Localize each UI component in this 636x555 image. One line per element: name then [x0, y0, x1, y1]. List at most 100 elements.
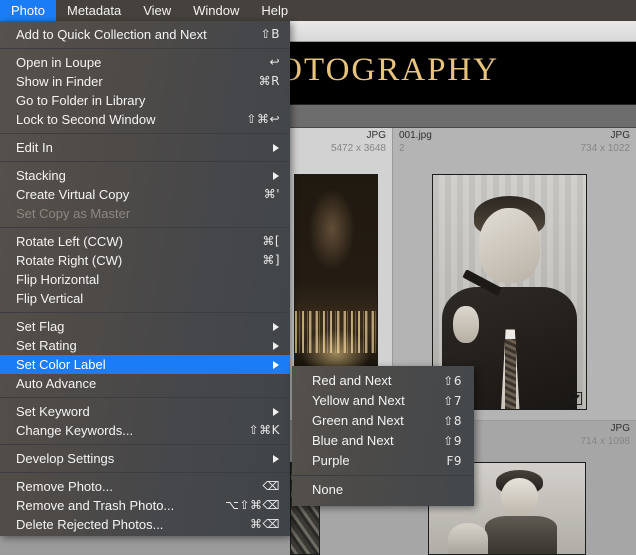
menu-item-label: Lock to Second Window — [16, 112, 156, 127]
photo-detail — [478, 207, 541, 283]
photo-detail — [452, 306, 479, 344]
menu-item-lock-to-second-window[interactable]: Lock to Second Window ⇧⌘↩ — [0, 110, 290, 129]
menu-item-label: Create Virtual Copy — [16, 187, 130, 202]
cell-format: JPG — [366, 130, 386, 141]
thumbnail-image[interactable] — [294, 174, 378, 370]
menu-item-label: Flip Vertical — [16, 291, 84, 306]
menu-item-yellow-and-next[interactable]: Yellow and Next ⇧7 — [292, 391, 474, 411]
menu-item-label: Blue and Next — [312, 433, 394, 448]
menubar-item-photo[interactable]: Photo — [0, 0, 56, 21]
menu-item-remove-and-trash-photo[interactable]: Remove and Trash Photo... ⌥⇧⌘⌫ — [0, 496, 290, 515]
menu-item-label: Set Flag — [16, 319, 65, 334]
identity-plate[interactable]: PHOTOGRAPHY — [290, 42, 636, 104]
menu-item-shortcut: ⌘⌫ — [250, 517, 280, 531]
menu-item-label: Open in Loupe — [16, 55, 102, 70]
menu-item-shortcut: ⌘[ — [262, 234, 280, 248]
menu-item-set-copy-as-master: Set Copy as Master — [0, 204, 290, 223]
cell-dimensions: 5472 x 3648 — [330, 143, 386, 154]
menu-item-set-keyword[interactable]: Set Keyword — [0, 402, 290, 421]
menu-item-shortcut: F9 — [446, 454, 462, 468]
menubar-item-metadata[interactable]: Metadata — [56, 0, 132, 21]
menu-separator — [0, 444, 290, 445]
menubar-item-view[interactable]: View — [132, 0, 182, 21]
menu-item-label: Red and Next — [312, 373, 392, 388]
menu-separator — [0, 48, 290, 49]
menu-item-delete-rejected-photos[interactable]: Delete Rejected Photos... ⌘⌫ — [0, 515, 290, 534]
menu-item-shortcut: ⇧7 — [443, 394, 462, 408]
menu-item-none[interactable]: None — [292, 480, 474, 500]
cell-filename: 001.jpg — [399, 130, 432, 141]
develop-badge-icon[interactable] — [569, 392, 582, 405]
menu-item-stacking[interactable]: Stacking — [0, 166, 290, 185]
menu-item-label: Remove and Trash Photo... — [16, 498, 175, 513]
menu-item-red-and-next[interactable]: Red and Next ⇧6 — [292, 371, 474, 391]
menu-separator — [292, 475, 474, 476]
menu-item-rotate-right-cw[interactable]: Rotate Right (CW) ⌘] — [0, 251, 290, 270]
menu-item-label: Remove Photo... — [16, 479, 113, 494]
photo-night-cityscape — [295, 175, 377, 369]
submenu-arrow-icon — [273, 455, 279, 463]
menu-item-label: Green and Next — [312, 413, 404, 428]
menu-separator — [0, 161, 290, 162]
menu-item-label: Set Rating — [16, 338, 77, 353]
menu-item-label: Develop Settings — [16, 451, 115, 466]
menu-item-shortcut: ⇧⌘↩ — [246, 112, 280, 126]
submenu-arrow-icon — [273, 172, 279, 180]
menu-item-label: Change Keywords... — [16, 423, 134, 438]
menu-item-open-in-loupe[interactable]: Open in Loupe ↩ — [0, 53, 290, 72]
menubar-item-window[interactable]: Window — [182, 0, 250, 21]
menu-item-shortcut: ⇧⌘K — [248, 423, 280, 437]
menu-item-label: Add to Quick Collection and Next — [16, 27, 207, 42]
menu-item-edit-in[interactable]: Edit In — [0, 138, 290, 157]
menu-item-shortcut: ⌘R — [258, 74, 280, 88]
menu-item-label: Edit In — [16, 140, 53, 155]
menu-item-label: Set Copy as Master — [16, 206, 131, 221]
photo-detail — [500, 477, 539, 516]
menu-separator — [0, 133, 290, 134]
menubar-item-help[interactable]: Help — [250, 0, 299, 21]
module-picker-bar[interactable] — [290, 104, 636, 128]
menu-item-set-rating[interactable]: Set Rating — [0, 336, 290, 355]
menu-item-shortcut: ⇧9 — [443, 434, 462, 448]
menu-item-go-to-folder-in-library[interactable]: Go to Folder in Library — [0, 91, 290, 110]
menu-item-add-to-quick-collection-and-next[interactable]: Add to Quick Collection and Next ⇧B — [0, 25, 290, 44]
menu-item-green-and-next[interactable]: Green and Next ⇧8 — [292, 411, 474, 431]
menu-item-purple[interactable]: Purple F9 — [292, 451, 474, 471]
menu-item-label: Set Keyword — [16, 404, 90, 419]
menu-item-auto-advance[interactable]: Auto Advance — [0, 374, 290, 393]
menu-item-remove-photo[interactable]: Remove Photo... ⌫ — [0, 477, 290, 496]
screen: PHOTOGRAPHY JPG 5472 x 3648 001.jpg — [0, 0, 636, 555]
menu-item-flip-horizontal[interactable]: Flip Horizontal — [0, 270, 290, 289]
photo-detail — [504, 338, 516, 409]
menu-item-label: None — [312, 482, 344, 497]
menu-item-label: Stacking — [16, 168, 66, 183]
menu-item-set-color-label[interactable]: Set Color Label — [0, 355, 290, 374]
menu-item-set-flag[interactable]: Set Flag — [0, 317, 290, 336]
color-label-submenu[interactable]: Red and Next ⇧6 Yellow and Next ⇧7 Green and… — [292, 366, 474, 506]
menu-item-shortcut: ⌥⇧⌘⌫ — [225, 498, 280, 512]
cell-header: JPG 5472 x 3648 — [290, 128, 392, 160]
menu-separator — [0, 472, 290, 473]
cell-header: 001.jpg JPG 2 734 x 1022 — [393, 128, 636, 160]
cell-dimensions: 714 x 1098 — [580, 436, 631, 447]
menu-item-change-keywords[interactable]: Change Keywords... ⇧⌘K — [0, 421, 290, 440]
menu-item-shortcut: ↩ — [269, 55, 280, 69]
menu-item-rotate-left-ccw[interactable]: Rotate Left (CCW) ⌘[ — [0, 232, 290, 251]
menu-item-label: Delete Rejected Photos... — [16, 517, 164, 532]
menu-item-create-virtual-copy[interactable]: Create Virtual Copy ⌘' — [0, 185, 290, 204]
window-titlebar — [290, 21, 636, 42]
submenu-arrow-icon — [273, 342, 279, 350]
menu-item-label: Show in Finder — [16, 74, 103, 89]
menubar[interactable]: Photo Metadata View Window Help — [0, 0, 636, 21]
submenu-arrow-icon — [273, 361, 279, 369]
menu-item-shortcut: ⌘] — [262, 253, 280, 267]
identity-plate-text: PHOTOGRAPHY — [290, 52, 500, 88]
menu-item-flip-vertical[interactable]: Flip Vertical — [0, 289, 290, 308]
menu-item-label: Set Color Label — [16, 357, 106, 372]
menu-item-shortcut: ⇧6 — [443, 374, 462, 388]
menu-item-blue-and-next[interactable]: Blue and Next ⇧9 — [292, 431, 474, 451]
menu-item-label: Yellow and Next — [312, 393, 405, 408]
menu-item-develop-settings[interactable]: Develop Settings — [0, 449, 290, 468]
photo-dropdown-menu[interactable]: Add to Quick Collection and Next ⇧B Open i… — [0, 21, 290, 536]
menu-item-show-in-finder[interactable]: Show in Finder ⌘R — [0, 72, 290, 91]
